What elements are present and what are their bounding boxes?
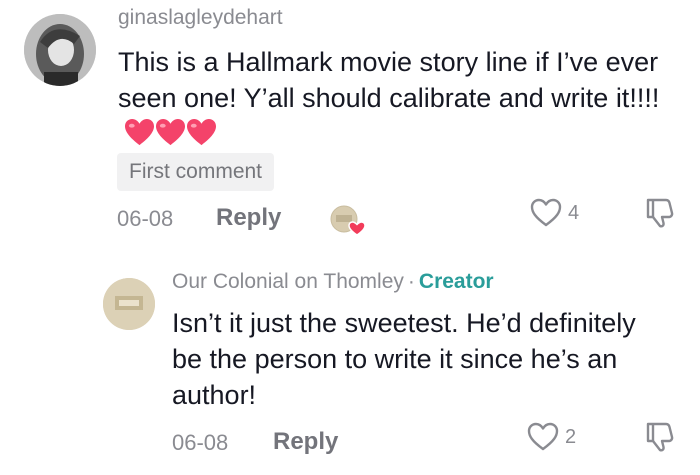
heart-outline-icon	[527, 422, 559, 451]
thumbs-down-icon	[646, 198, 674, 228]
reply-header: Our Colonial on Thomley · Creator	[172, 270, 494, 294]
reply-button[interactable]: Reply	[273, 428, 338, 456]
heart-emoji-icon	[156, 118, 185, 146]
creator-avatar[interactable]	[103, 278, 155, 330]
like-button[interactable]: 2	[527, 422, 576, 452]
thumbs-down-icon	[646, 422, 674, 452]
dislike-button[interactable]	[642, 196, 676, 230]
creator-liked-indicator	[330, 205, 366, 237]
like-count: 2	[565, 425, 577, 448]
username[interactable]: ginaslagleydehart	[118, 6, 283, 30]
avatar[interactable]	[24, 14, 96, 86]
heart-emoji-icon	[187, 118, 216, 146]
like-count: 4	[568, 201, 580, 224]
first-comment-badge: First comment	[117, 153, 275, 191]
like-button[interactable]: 4	[530, 198, 579, 228]
heart-outline-icon	[530, 198, 562, 227]
creator-label: Creator	[418, 270, 494, 293]
heart-emojis	[124, 118, 217, 147]
heart-emoji-icon	[125, 118, 154, 146]
dislike-button[interactable]	[642, 420, 676, 454]
reply-text: Isn’t it just the sweetest. He’d definit…	[172, 308, 636, 410]
small-heart-icon	[348, 221, 366, 236]
comment-text: This is a Hallmark movie story line if I…	[118, 44, 688, 152]
username[interactable]: Our Colonial on Thomley	[172, 270, 404, 293]
comment-date: 06-08	[117, 206, 174, 231]
separator: ·	[407, 270, 415, 293]
comment-body: This is a Hallmark movie story line if I…	[118, 47, 660, 113]
reply-button[interactable]: Reply	[216, 204, 281, 232]
reply-date: 06-08	[172, 430, 229, 455]
